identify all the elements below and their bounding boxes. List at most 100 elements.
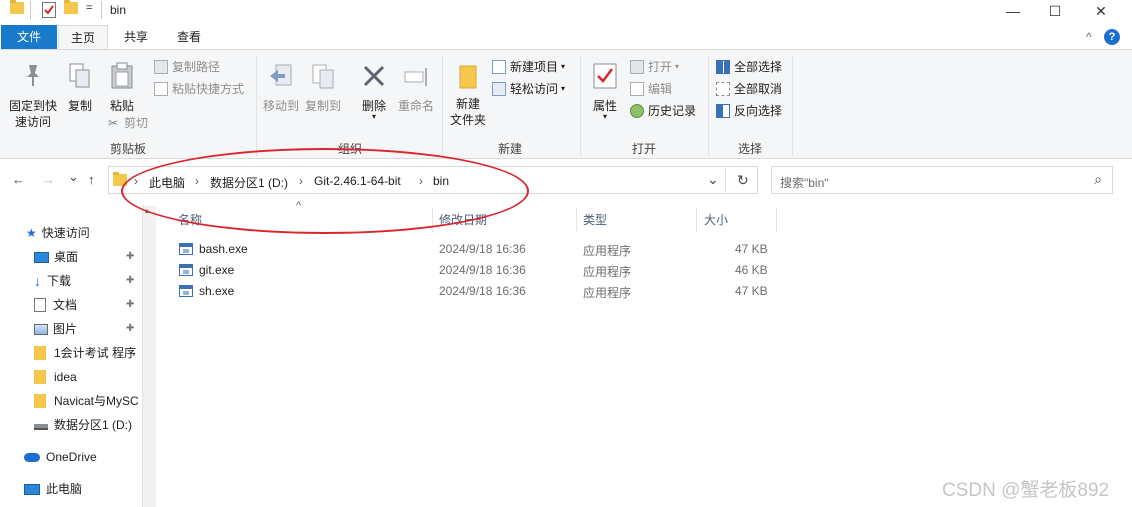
customize-quick-access-icon[interactable]: = — [86, 2, 92, 14]
watermark: CSDN @蟹老板892 — [942, 480, 1110, 501]
invert-selection-button[interactable]: 反向选择 — [716, 101, 782, 121]
file-row[interactable]: bash.exe 2024/9/18 16:36 应用程序 47 KB — [170, 239, 780, 260]
invert-selection-icon — [716, 104, 730, 118]
search-box[interactable]: 搜索"bin" ⌕ — [771, 166, 1113, 194]
crumb-this-pc[interactable]: 此电脑 — [149, 174, 185, 191]
tab-view[interactable]: 查看 — [166, 25, 212, 49]
new-folder-quick-icon[interactable] — [64, 0, 78, 14]
group-label-organize: 组织 — [337, 142, 362, 156]
select-none-icon — [716, 82, 730, 96]
help-icon[interactable]: ? — [1104, 29, 1120, 45]
ribbon: 固定到快 速访问 复制 粘贴 复制路径 粘贴快捷方式 ✂ 剪切 剪贴板 移动到 … — [0, 49, 1132, 159]
recent-locations-button[interactable]: ⌄ — [68, 169, 79, 185]
column-divider[interactable] — [576, 208, 577, 232]
executable-icon — [179, 285, 193, 297]
group-divider — [708, 56, 709, 156]
nav-item-folder[interactable]: Navicat与MySC — [34, 390, 142, 412]
column-divider[interactable] — [432, 208, 433, 232]
history-button[interactable]: 历史记录 — [630, 101, 696, 121]
edit-button[interactable]: 编辑 — [630, 79, 672, 99]
close-button[interactable]: ✕ — [1078, 0, 1124, 22]
copy-path-button[interactable]: 复制路径 — [154, 57, 220, 77]
file-size: 47 KB — [735, 284, 768, 298]
file-type: 应用程序 — [583, 265, 632, 279]
pin-to-quick-access-button[interactable]: 固定到快 速访问 — [4, 62, 62, 130]
up-button[interactable]: ↑ — [88, 172, 95, 187]
address-dropdown-button[interactable]: ⌄ — [707, 171, 719, 188]
nav-this-pc[interactable]: 此电脑 — [24, 478, 82, 500]
document-icon — [34, 298, 46, 312]
select-all-button[interactable]: 全部选择 — [716, 57, 782, 77]
drive-icon — [34, 424, 48, 430]
properties-quick-icon[interactable] — [42, 2, 56, 18]
paste-button[interactable]: 粘贴 — [102, 62, 142, 114]
minimize-button[interactable]: — — [990, 0, 1036, 22]
back-button[interactable]: ← — [12, 172, 25, 187]
desktop-icon — [34, 251, 49, 263]
new-folder-button[interactable]: 新建 文件夹 — [446, 62, 490, 128]
delete-button[interactable]: 删除 ▾ — [354, 62, 394, 121]
group-divider — [442, 56, 443, 156]
chevron-down-icon: ▾ — [371, 112, 376, 121]
file-name: git.exe — [199, 263, 235, 277]
easy-access-icon — [492, 82, 506, 96]
copy-path-icon — [154, 60, 168, 74]
move-to-button[interactable]: 移动到 — [260, 62, 302, 114]
tab-file[interactable]: 文件 — [1, 25, 57, 49]
paste-shortcut-button[interactable]: 粘贴快捷方式 — [154, 79, 244, 99]
crumb-separator: › — [195, 174, 199, 188]
address-row: ← → ⌄ ↑ › 此电脑 › 数据分区1 (D:) › Git-2.46.1-… — [0, 164, 1132, 196]
navigation-scrollbar[interactable]: ▴ — [142, 206, 156, 507]
select-none-button[interactable]: 全部取消 — [716, 79, 782, 99]
column-divider[interactable] — [696, 208, 697, 232]
edit-pencil-icon — [630, 82, 644, 96]
column-header-name[interactable]: 名称 — [178, 208, 202, 232]
tab-home[interactable]: 主页 — [58, 25, 108, 50]
nav-item-documents[interactable]: 文档 — [34, 294, 77, 316]
file-type: 应用程序 — [583, 244, 632, 258]
column-divider[interactable] — [776, 208, 777, 232]
column-header-type[interactable]: 类型 — [583, 208, 607, 232]
cut-button[interactable]: ✂ 剪切 — [106, 113, 148, 133]
star-icon: ★ — [26, 226, 37, 240]
search-input[interactable]: 搜索"bin" — [780, 174, 829, 191]
crumb-drive-d[interactable]: 数据分区1 (D:) — [210, 174, 288, 191]
easy-access-button[interactable]: 轻松访问 ▾ — [492, 79, 565, 99]
group-label-select: 选择 — [737, 142, 762, 156]
nav-item-drive-d[interactable]: 数据分区1 (D:) — [34, 414, 132, 436]
copy-to-button[interactable]: 复制到 — [302, 62, 344, 114]
nav-item-folder[interactable]: 1会计考试 程序 — [34, 342, 136, 364]
column-header-size[interactable]: 大小 — [704, 208, 728, 232]
address-bar[interactable]: › 此电脑 › 数据分区1 (D:) › Git-2.46.1-64-bit ›… — [108, 166, 758, 194]
nav-item-folder[interactable]: idea — [34, 366, 77, 388]
executable-icon — [179, 264, 193, 276]
collapse-ribbon-icon[interactable]: ^ — [1086, 30, 1092, 44]
crumb-bin[interactable]: bin — [433, 174, 449, 188]
nav-quick-access[interactable]: ★ 快速访问 — [26, 222, 90, 244]
nav-item-downloads[interactable]: ↓ 下载 — [34, 270, 71, 292]
maximize-button[interactable]: ☐ — [1032, 0, 1078, 22]
file-type: 应用程序 — [583, 286, 632, 300]
crumb-git-folder[interactable]: Git-2.46.1-64-bit — [314, 174, 401, 188]
rename-button[interactable]: 重命名 — [394, 62, 438, 114]
select-all-icon — [716, 60, 730, 74]
tab-share[interactable]: 共享 — [113, 25, 159, 49]
refresh-button[interactable]: ↻ — [737, 172, 749, 189]
ribbon-tabs: 文件 主页 共享 查看 ^ ? — [0, 25, 1132, 50]
file-row[interactable]: sh.exe 2024/9/18 16:36 应用程序 47 KB — [170, 281, 780, 302]
nav-onedrive[interactable]: OneDrive — [24, 446, 97, 468]
nav-item-desktop[interactable]: 桌面 — [34, 246, 78, 268]
column-header-modified[interactable]: 修改日期 — [439, 208, 487, 232]
forward-button[interactable]: → — [42, 172, 55, 187]
open-button[interactable]: 打开 ▾ — [630, 57, 679, 77]
folder-icon — [34, 394, 46, 408]
nav-item-pictures[interactable]: 图片 — [34, 318, 77, 340]
file-row[interactable]: git.exe 2024/9/18 16:36 应用程序 46 KB — [170, 260, 780, 281]
scroll-up-arrow[interactable]: ▴ — [145, 206, 149, 215]
group-label-clipboard: 剪贴板 — [109, 142, 146, 156]
group-divider — [792, 56, 793, 156]
paste-shortcut-icon — [154, 82, 168, 96]
new-item-button[interactable]: 新建项目 ▾ — [492, 57, 565, 77]
properties-button[interactable]: 属性 ▾ — [586, 62, 624, 121]
copy-button[interactable]: 复制 — [62, 62, 98, 114]
